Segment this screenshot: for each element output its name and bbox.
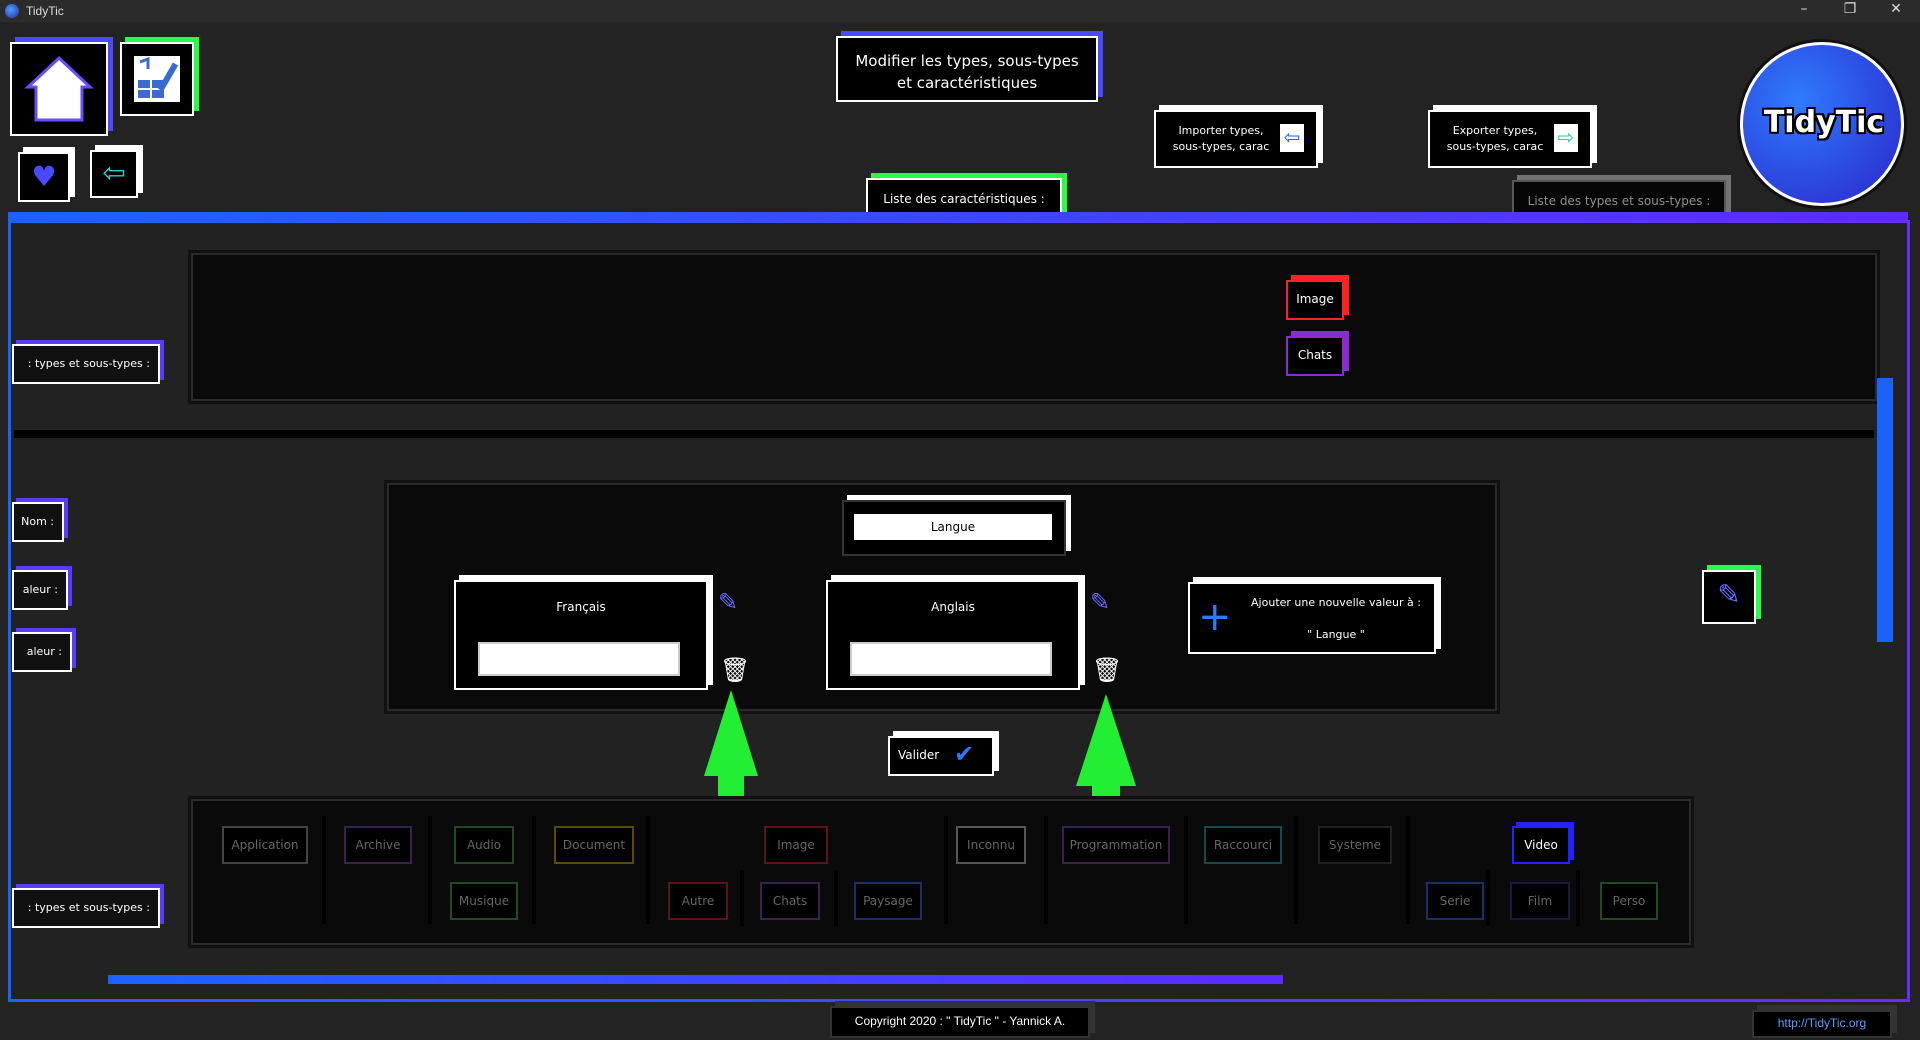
import-file-icon: ⇦: [1280, 124, 1304, 152]
tidytic-logo: TidyTic: [1740, 42, 1904, 206]
delete-francais-trash-icon[interactable]: 🗑: [720, 656, 750, 684]
page-title-box: Modifier les types, sous-types et caract…: [836, 36, 1098, 102]
minimize-button[interactable]: –: [1784, 1, 1824, 17]
type-chip-inconnu[interactable]: Inconnu: [956, 826, 1026, 864]
type-chip-perso[interactable]: Perso: [1600, 882, 1658, 920]
col-separator: [322, 816, 326, 924]
col-separator: [1294, 816, 1298, 924]
col-separator: [532, 816, 536, 924]
window-title: TidyTic: [26, 4, 64, 18]
export-line2: sous-types, carac: [1446, 140, 1544, 153]
pencil-icon: ✎: [1717, 578, 1741, 611]
vertical-scrollbar[interactable]: [1877, 378, 1893, 642]
sidebar-nom: Nom :: [12, 502, 64, 542]
col-separator: [1184, 816, 1188, 924]
col-separator: [944, 816, 948, 924]
sidebar-valeur-1: aleur :: [12, 570, 68, 610]
value-card-francais: Français: [454, 580, 708, 690]
import-button[interactable]: Importer types, sous-types, carac ⇦: [1154, 110, 1318, 168]
type-chip-paysage[interactable]: Paysage: [854, 882, 922, 920]
checkmark-icon: ✔: [954, 740, 975, 768]
type-chip-video[interactable]: Video: [1512, 826, 1570, 864]
types-panel: [188, 796, 1694, 948]
col-separator: [1406, 816, 1410, 924]
sidebar-valeur-2: aleur :: [12, 632, 72, 672]
characteristics-panel: [188, 250, 1880, 404]
add-value-line2: " Langue ": [1307, 628, 1365, 641]
type-chip-archive[interactable]: Archive: [344, 826, 412, 864]
back-button[interactable]: ⇦: [90, 150, 138, 198]
import-line1: Importer types,: [1178, 124, 1264, 137]
add-value-button[interactable]: + Ajouter une nouvelle valeur à : " Lang…: [1188, 582, 1436, 654]
back-arrow-icon: ⇦: [102, 156, 126, 189]
title-bar: TidyTic – ❐ ✕: [0, 0, 1920, 22]
app-icon: [5, 4, 19, 18]
copyright-box: Copyright 2020 : " TidyTic " - Yannick A…: [830, 1006, 1090, 1038]
type-chip-chats[interactable]: Chats: [760, 882, 820, 920]
tab-types-label: Liste des types et sous-types :: [1527, 194, 1711, 208]
sidebar-types-top: : types et sous-types :: [12, 344, 160, 384]
col-separator: [1576, 870, 1580, 926]
sidebar-types-bottom: : types et sous-types :: [12, 888, 160, 928]
name-field-box: Langue: [842, 500, 1066, 556]
export-file-icon: ⇨: [1554, 124, 1578, 152]
type-chip-raccourci[interactable]: Raccourci: [1204, 826, 1282, 864]
col-separator: [428, 816, 432, 924]
type-chip-systeme[interactable]: Systeme: [1318, 826, 1392, 864]
export-line1: Exporter types,: [1452, 124, 1538, 137]
logo-text: TidyTic: [1763, 105, 1885, 140]
edit-anglais-pencil-icon[interactable]: ✎: [1090, 588, 1110, 616]
type-chip-document[interactable]: Document: [554, 826, 634, 864]
value-anglais-label: Anglais: [931, 600, 975, 614]
favorites-button[interactable]: ♥: [18, 152, 70, 202]
export-button[interactable]: Exporter types, sous-types, carac ⇨: [1428, 110, 1592, 168]
website-link[interactable]: http://TidyTic.org: [1754, 1016, 1890, 1030]
add-value-line1: Ajouter une nouvelle valeur à :: [1251, 596, 1421, 609]
name-input[interactable]: Langue: [854, 514, 1052, 540]
tab-characteristics-label: Liste des caractéristiques :: [883, 192, 1045, 206]
media-types-button[interactable]: [120, 42, 194, 116]
type-chip-film[interactable]: Film: [1510, 882, 1570, 920]
value-card-anglais: Anglais: [826, 580, 1080, 690]
media-edit-icon: [134, 56, 180, 102]
value-francais-input[interactable]: [478, 642, 680, 676]
type-chip-image[interactable]: Image: [764, 826, 828, 864]
import-line2: sous-types, carac: [1172, 140, 1270, 153]
value-anglais-input[interactable]: [850, 642, 1052, 676]
section-divider: [14, 430, 1874, 438]
heart-icon: ♥: [31, 160, 57, 193]
copyright-text: Copyright 2020 : " TidyTic " - Yannick A…: [854, 1014, 1066, 1028]
col-separator: [834, 870, 838, 926]
edit-characteristic-button[interactable]: ✎: [1702, 570, 1756, 624]
website-link-box[interactable]: http://TidyTic.org: [1752, 1010, 1892, 1038]
col-separator: [740, 870, 744, 926]
char-chip-image-label: Image: [1296, 292, 1334, 306]
col-separator: [1044, 816, 1048, 924]
col-separator: [646, 816, 650, 924]
char-chip-image[interactable]: Image: [1286, 280, 1344, 320]
validate-label: Valider: [898, 748, 940, 762]
horizontal-scrollbar[interactable]: [108, 975, 1283, 984]
type-chip-audio[interactable]: Audio: [454, 826, 514, 864]
type-chip-autre[interactable]: Autre: [668, 882, 728, 920]
char-chip-chats[interactable]: Chats: [1286, 336, 1344, 376]
char-chip-chats-label: Chats: [1297, 348, 1333, 362]
main-top-border: [8, 212, 1908, 220]
home-icon: [24, 55, 94, 122]
plus-icon: +: [1198, 594, 1232, 640]
value-francais-label: Français: [556, 600, 606, 614]
type-chip-serie[interactable]: Serie: [1426, 882, 1484, 920]
type-chip-application[interactable]: Application: [222, 826, 308, 864]
type-chip-musique[interactable]: Musique: [450, 882, 518, 920]
col-separator: [1486, 870, 1490, 926]
validate-button[interactable]: Valider ✔: [888, 736, 994, 776]
restore-button[interactable]: ❐: [1830, 1, 1870, 17]
edit-francais-pencil-icon[interactable]: ✎: [718, 588, 738, 616]
type-chip-programmation[interactable]: Programmation: [1062, 826, 1170, 864]
home-button[interactable]: [10, 42, 108, 136]
close-button[interactable]: ✕: [1876, 1, 1916, 17]
page-title-line2: et caractéristiques: [896, 74, 1038, 92]
page-title-line1: Modifier les types, sous-types: [855, 52, 1079, 70]
delete-anglais-trash-icon[interactable]: 🗑: [1092, 656, 1122, 684]
